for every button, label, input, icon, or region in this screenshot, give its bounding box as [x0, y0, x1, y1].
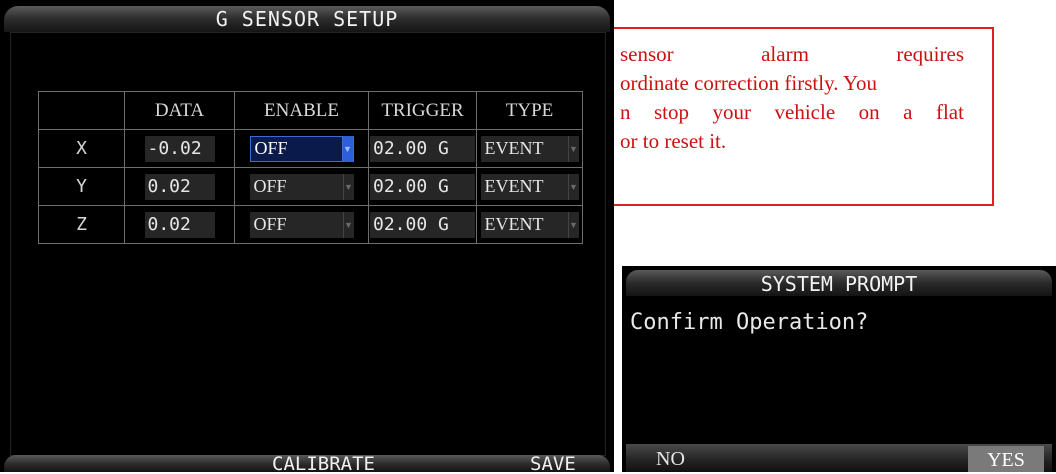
note-word: sensor — [620, 42, 674, 66]
header-trigger: TRIGGER — [368, 91, 477, 130]
axis-label: Z — [38, 205, 125, 244]
yes-button[interactable]: YES — [968, 446, 1044, 472]
data-value: -0.02 — [144, 135, 215, 162]
note-word: n — [620, 100, 631, 124]
axis-label: X — [38, 129, 125, 168]
note-word: alarm — [761, 42, 809, 66]
enable-dropdown[interactable]: OFF ▼ — [249, 135, 354, 162]
type-cell: EVENT ▼ — [476, 167, 583, 206]
table-row-z: Z 0.02 OFF ▼ 02.00 G EVENT ▼ — [38, 205, 583, 244]
note-word: flat — [935, 100, 964, 124]
note-word: on — [858, 100, 880, 124]
note-word: requires — [896, 42, 964, 66]
type-value: EVENT — [484, 214, 544, 234]
note-line-2: ordinate correction firstly. You — [620, 71, 878, 95]
table-header-row: DATA ENABLE TRIGGER TYPE — [38, 91, 583, 130]
enable-value: OFF — [253, 176, 287, 196]
window-title: G SENSOR SETUP — [4, 6, 610, 32]
calibration-note: sensor alarm requires ordinate correctio… — [614, 27, 994, 206]
save-button[interactable]: SAVE — [530, 454, 576, 472]
dialog-message: Confirm Operation? — [630, 310, 869, 335]
dropdown-arrow-icon: ▼ — [567, 135, 579, 162]
dialog-button-bar: NO YES — [626, 444, 1052, 472]
dropdown-arrow-icon: ▼ — [341, 135, 353, 162]
trigger-input[interactable]: 02.00 G — [370, 211, 475, 238]
note-line-3: n stop your vehicle on a flat — [620, 98, 964, 127]
note-line-1: sensor alarm requires — [620, 40, 964, 69]
system-prompt-dialog: SYSTEM PROMPT Confirm Operation? NO YES — [622, 266, 1056, 472]
trigger-cell: 02.00 G — [368, 205, 477, 244]
enable-cell: OFF ▼ — [234, 167, 369, 206]
no-button[interactable]: NO — [656, 444, 685, 472]
trigger-input[interactable]: 02.00 G — [370, 173, 475, 200]
data-value: 0.02 — [144, 173, 215, 200]
trigger-input[interactable]: 02.00 G — [370, 135, 475, 162]
dropdown-arrow-icon: ▼ — [567, 211, 579, 238]
type-value: EVENT — [484, 176, 544, 196]
data-cell: 0.02 — [124, 167, 235, 206]
calibrate-button[interactable]: CALIBRATE — [272, 454, 375, 472]
note-word: vehicle — [774, 100, 836, 124]
trigger-cell: 02.00 G — [368, 129, 477, 168]
type-dropdown[interactable]: EVENT ▼ — [480, 211, 579, 238]
data-cell: 0.02 — [124, 205, 235, 244]
g-sensor-setup-window: G SENSOR SETUP DATA ENABLE TRIGGER TYPE … — [0, 0, 614, 472]
dropdown-arrow-icon: ▼ — [567, 173, 579, 200]
data-value: 0.02 — [144, 211, 215, 238]
header-data: DATA — [124, 91, 235, 130]
type-value: EVENT — [484, 138, 544, 158]
header-enable: ENABLE — [234, 91, 369, 130]
table-row-x: X -0.02 OFF ▼ 02.00 G EVENT ▼ — [38, 129, 583, 168]
header-type: TYPE — [476, 91, 583, 130]
note-word: stop — [654, 100, 690, 124]
dropdown-arrow-icon: ▼ — [342, 173, 354, 200]
table-row-y: Y 0.02 OFF ▼ 02.00 G EVENT ▼ — [38, 167, 583, 206]
dialog-title: SYSTEM PROMPT — [626, 270, 1052, 296]
data-cell: -0.02 — [124, 129, 235, 168]
action-bar: CALIBRATE SAVE — [4, 454, 610, 472]
note-word: your — [712, 100, 752, 124]
dropdown-arrow-icon: ▼ — [342, 211, 354, 238]
header-axis — [38, 91, 125, 130]
trigger-cell: 02.00 G — [368, 167, 477, 206]
enable-value: OFF — [253, 214, 287, 234]
enable-cell: OFF ▼ — [234, 129, 369, 168]
note-word: a — [903, 100, 913, 124]
type-dropdown[interactable]: EVENT ▼ — [480, 173, 579, 200]
enable-dropdown[interactable]: OFF ▼ — [249, 173, 354, 200]
type-cell: EVENT ▼ — [476, 129, 583, 168]
note-line-4: or to reset it. — [620, 129, 727, 153]
enable-dropdown[interactable]: OFF ▼ — [249, 211, 354, 238]
g-sensor-table: DATA ENABLE TRIGGER TYPE X -0.02 OFF ▼ 0… — [38, 91, 583, 244]
enable-value: OFF — [254, 138, 288, 158]
enable-cell: OFF ▼ — [234, 205, 369, 244]
type-dropdown[interactable]: EVENT ▼ — [480, 135, 579, 162]
axis-label: Y — [38, 167, 125, 206]
type-cell: EVENT ▼ — [476, 205, 583, 244]
